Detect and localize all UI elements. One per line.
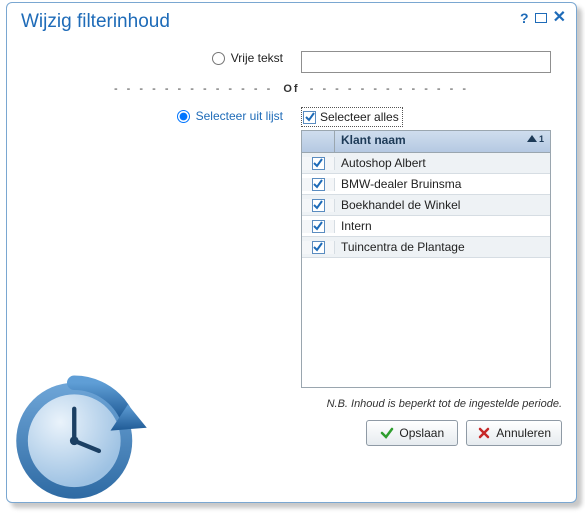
items-grid: Klant naam 1 Autoshop Albert BMW-dealer B… bbox=[301, 130, 551, 388]
maximize-icon[interactable] bbox=[535, 13, 547, 23]
radio-free-text[interactable]: Vrije tekst bbox=[212, 51, 283, 65]
table-row[interactable]: Intern bbox=[302, 216, 550, 237]
dialog-title: Wijzig filterinhoud bbox=[21, 11, 170, 33]
row-name: BMW-dealer Bruinsma bbox=[335, 177, 550, 191]
grid-header-name-col[interactable]: Klant naam 1 bbox=[335, 131, 550, 152]
row-name: Autoshop Albert bbox=[335, 156, 550, 170]
row-name: Tuincentra de Plantage bbox=[335, 240, 550, 254]
free-text-input[interactable] bbox=[301, 51, 551, 73]
cancel-button[interactable]: Annuleren bbox=[466, 420, 562, 446]
table-row[interactable]: Autoshop Albert bbox=[302, 153, 550, 174]
row-checkbox[interactable] bbox=[302, 157, 335, 170]
row-checkbox[interactable] bbox=[302, 241, 335, 254]
radio-select-list-input[interactable] bbox=[177, 110, 190, 123]
grid-header-checkbox-col[interactable] bbox=[302, 131, 335, 152]
row-checkbox[interactable] bbox=[302, 199, 335, 212]
sort-indicator: 1 bbox=[527, 134, 544, 144]
select-all-checkbox[interactable]: Selecteer alles bbox=[301, 107, 403, 127]
help-icon[interactable]: ? bbox=[520, 11, 529, 25]
row-checkbox[interactable] bbox=[302, 178, 335, 191]
cross-icon bbox=[477, 426, 491, 440]
radio-free-text-label: Vrije tekst bbox=[231, 51, 283, 65]
radio-select-list[interactable]: Selecteer uit lijst bbox=[177, 109, 283, 123]
row-name: Intern bbox=[335, 219, 550, 233]
separator: - - - - - - - - - - - - - Of - - - - - -… bbox=[21, 83, 562, 95]
table-row[interactable]: Boekhandel de Winkel bbox=[302, 195, 550, 216]
row-name: Boekhandel de Winkel bbox=[335, 198, 550, 212]
close-icon[interactable]: ✕ bbox=[553, 11, 566, 25]
save-button[interactable]: Opslaan bbox=[366, 420, 458, 446]
radio-free-text-input[interactable] bbox=[212, 52, 225, 65]
clock-icon bbox=[9, 361, 154, 506]
table-row[interactable]: Tuincentra de Plantage bbox=[302, 237, 550, 258]
row-checkbox[interactable] bbox=[302, 220, 335, 233]
checkbox-icon bbox=[303, 111, 316, 124]
table-row[interactable]: BMW-dealer Bruinsma bbox=[302, 174, 550, 195]
check-icon bbox=[380, 426, 394, 440]
radio-select-list-label: Selecteer uit lijst bbox=[196, 109, 283, 123]
select-all-label: Selecteer alles bbox=[320, 110, 399, 124]
